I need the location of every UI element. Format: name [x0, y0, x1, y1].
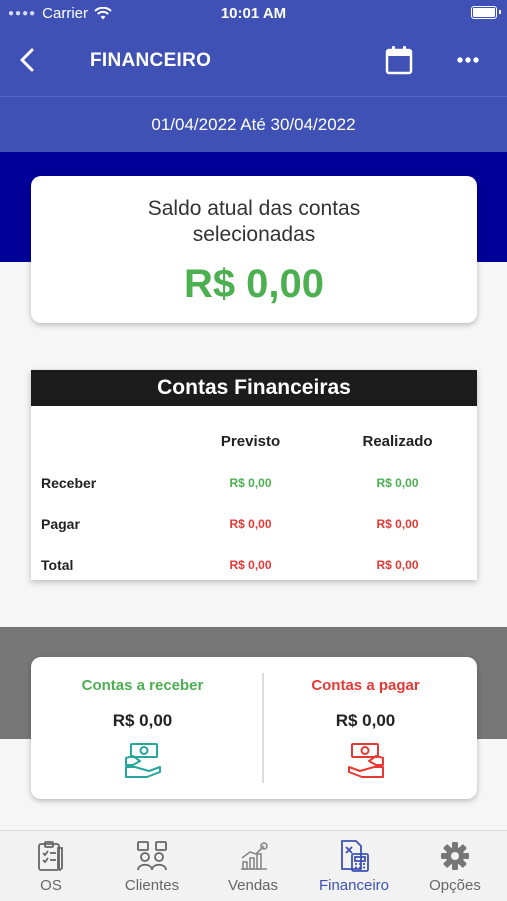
- tab-opcoes[interactable]: Opções: [405, 839, 505, 894]
- balance-label: Saldo atual das contas selecionadas: [147, 197, 361, 246]
- date-range-bar[interactable]: 01/04/2022 Até 30/04/2022: [0, 96, 507, 153]
- total-previsto: R$ 0,00: [229, 557, 272, 572]
- tab-label-os: OS: [40, 877, 62, 894]
- battery-tip: [499, 10, 501, 14]
- tab-label-opcoes: Opções: [429, 877, 481, 894]
- tab-label-vendas: Vendas: [227, 877, 279, 894]
- pagar-realizado: R$ 0,00: [376, 516, 419, 531]
- battery-icon: [471, 6, 497, 19]
- tab-os[interactable]: OS: [1, 839, 101, 894]
- column-header-empty: [31, 420, 183, 462]
- app-bar: FINANCEIRO: [0, 26, 507, 96]
- row-label-receber: Receber: [41, 474, 97, 491]
- tab-label-financeiro: Financeiro: [318, 877, 390, 894]
- gear-icon: [405, 839, 505, 873]
- bottom-tab-bar: OS Clientes Vendas Financeiro Opções: [0, 830, 507, 901]
- calendar-icon[interactable]: [385, 45, 413, 75]
- receivables-value: R$ 0,00: [112, 711, 173, 730]
- table-title: Contas Financeiras: [31, 370, 477, 406]
- page-title: FINANCEIRO: [90, 50, 212, 71]
- table-row: Receber R$ 0,00 R$ 0,00: [31, 462, 477, 503]
- column-header-realizado: Realizado: [362, 432, 433, 450]
- balance-value: R$ 0,00: [183, 262, 325, 306]
- column-header-previsto: Previsto: [220, 432, 281, 450]
- clock: 10:01 AM: [220, 5, 287, 22]
- calculator-icon: [304, 839, 404, 873]
- status-bar: ●●●● Carrier 10:01 AM: [0, 0, 507, 26]
- clients-icon: [102, 839, 202, 873]
- table-row: Total R$ 0,00 R$ 0,00: [31, 544, 477, 585]
- chart-icon: [203, 839, 303, 873]
- row-label-total: Total: [41, 556, 74, 573]
- tab-clientes[interactable]: Clientes: [102, 839, 202, 894]
- financial-accounts-table: Contas Financeiras Previsto Realizado Re…: [31, 370, 477, 580]
- pagar-previsto: R$ 0,00: [229, 516, 272, 531]
- tab-vendas[interactable]: Vendas: [203, 839, 303, 894]
- tab-financeiro[interactable]: Financeiro: [304, 839, 404, 894]
- pay-money-icon: [347, 743, 384, 778]
- accounts-table: Previsto Realizado Receber R$ 0,00 R$ 0,…: [31, 420, 477, 585]
- table-header-row: Previsto Realizado: [31, 420, 477, 462]
- receivables-payables-card: Contas a receber R$ 0,00 Contas a pagar …: [31, 657, 477, 799]
- back-arrow-icon[interactable]: [14, 46, 42, 74]
- clipboard-icon: [1, 839, 101, 873]
- balance-card: Saldo atual das contas selecionadas R$ 0…: [31, 176, 477, 323]
- row-label-pagar: Pagar: [41, 515, 80, 532]
- receber-realizado: R$ 0,00: [376, 475, 419, 490]
- more-options-icon[interactable]: [455, 50, 481, 70]
- receive-money-icon: [124, 743, 161, 778]
- receber-previsto: R$ 0,00: [229, 475, 272, 490]
- payables-title: Contas a pagar: [311, 677, 420, 694]
- receivables-panel[interactable]: Contas a receber R$ 0,00: [31, 657, 254, 799]
- table-row: Pagar R$ 0,00 R$ 0,00: [31, 503, 477, 544]
- total-realizado: R$ 0,00: [376, 557, 419, 572]
- date-range-text: 01/04/2022 Até 30/04/2022: [151, 115, 356, 134]
- payables-value: R$ 0,00: [335, 711, 396, 730]
- tab-label-clientes: Clientes: [124, 877, 180, 894]
- receivables-title: Contas a receber: [81, 677, 204, 694]
- payables-panel[interactable]: Contas a pagar R$ 0,00: [254, 657, 477, 799]
